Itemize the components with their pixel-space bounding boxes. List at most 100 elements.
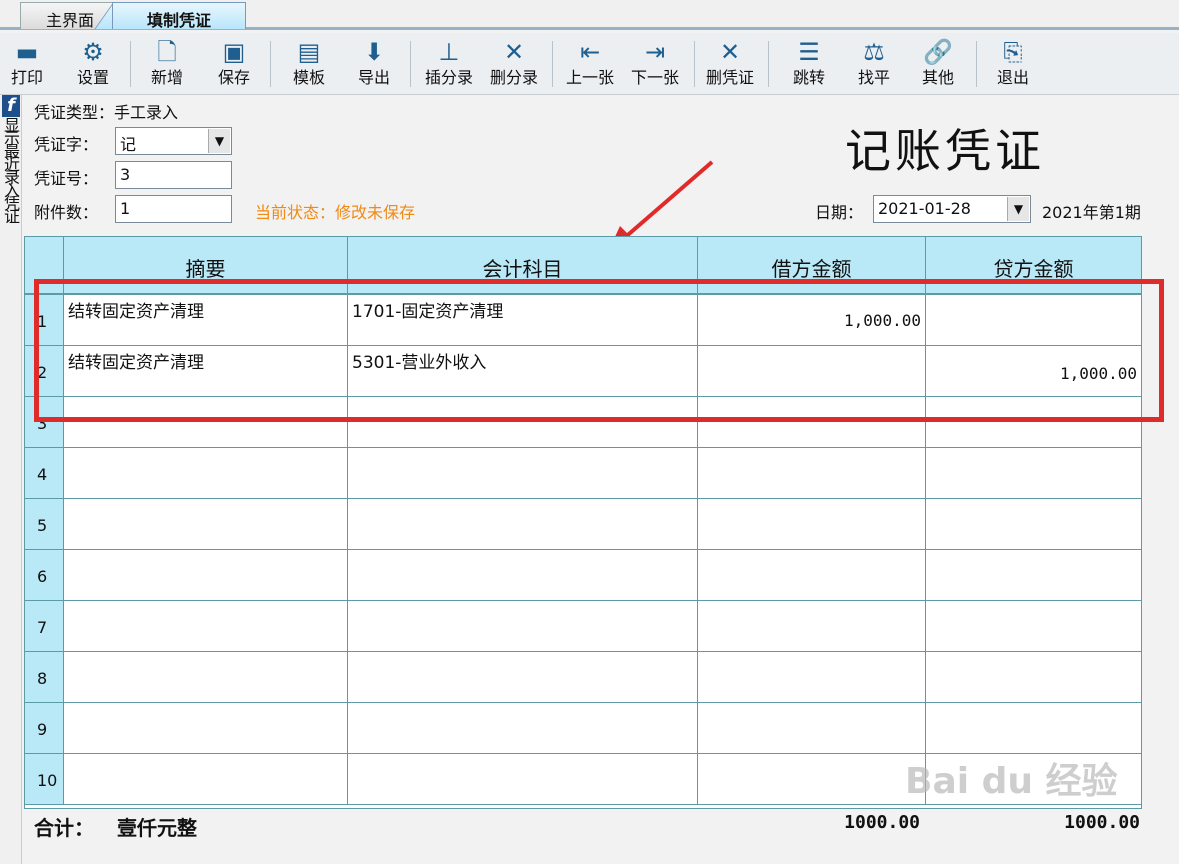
tab-voucher-entry[interactable]: 填制凭证 <box>112 2 246 30</box>
delete-voucher-label: 删凭证 <box>705 68 754 87</box>
printer-icon: ▬ <box>15 38 39 66</box>
insert-row-icon: ⊥ <box>438 38 460 66</box>
summary-cell[interactable] <box>63 448 347 498</box>
summary-cell[interactable] <box>63 703 347 753</box>
summary-cell[interactable] <box>63 550 347 600</box>
next-label: 下一张 <box>630 68 679 87</box>
total-debit: 1000.00 <box>844 812 920 833</box>
delete-voucher-button[interactable]: ✕ 删凭证 <box>703 37 757 89</box>
delete-entry-label: 删分录 <box>489 68 538 87</box>
tab-bar: 主界面 填制凭证 <box>0 0 1179 30</box>
other-button[interactable]: 🔗 其他 <box>911 37 965 89</box>
credit-cell[interactable] <box>925 601 1141 651</box>
toolbar-separator <box>130 41 131 87</box>
voucher-type-value: 手工录入 <box>114 103 179 122</box>
settings-label: 设置 <box>76 68 109 87</box>
tab-home-label: 主界面 <box>45 11 94 30</box>
row-number: 5 <box>25 499 63 549</box>
account-cell[interactable] <box>347 754 697 804</box>
summary-cell[interactable] <box>63 601 347 651</box>
summary-cell[interactable] <box>63 499 347 549</box>
debit-cell[interactable] <box>697 703 925 753</box>
chevron-down-icon[interactable]: ▼ <box>208 129 230 153</box>
chevron-down-icon[interactable]: ▼ <box>1007 197 1029 221</box>
account-cell[interactable] <box>347 550 697 600</box>
credit-cell[interactable] <box>925 448 1141 498</box>
total-credit: 1000.00 <box>1064 812 1140 833</box>
exit-button[interactable]: ⎘ 退出 <box>986 37 1040 89</box>
previous-button[interactable]: ⇤ 上一张 <box>563 37 617 89</box>
toolbar-separator <box>410 41 411 87</box>
previous-label: 上一张 <box>565 68 614 87</box>
balance-button[interactable]: ⚖ 找平 <box>847 37 901 89</box>
table-row: 4 <box>25 448 1141 499</box>
new-label: 新增 <box>150 68 183 87</box>
credit-cell[interactable] <box>925 703 1141 753</box>
debit-cell[interactable] <box>697 550 925 600</box>
toolbar-separator <box>694 41 695 87</box>
debit-cell[interactable] <box>697 448 925 498</box>
page-title: 记账凭证 <box>845 124 1045 178</box>
toolbar: ▬ 打印 ⚙ 设置 🗋 新增 ▣ 保存 ▤ 模板 ⬇ 导出 ⊥ 插分录 ✕ 删分… <box>0 33 1179 95</box>
table-row: 7 <box>25 601 1141 652</box>
table-row: 6 <box>25 550 1141 601</box>
voucher-type-label: 凭证类型： <box>34 103 115 122</box>
toolbar-separator <box>768 41 769 87</box>
date-picker[interactable]: 2021-01-28 ▼ <box>873 195 1031 223</box>
exit-icon: ⎘ <box>1003 38 1023 66</box>
summary-cell[interactable] <box>63 652 347 702</box>
other-label: 其他 <box>921 68 954 87</box>
attachments-input[interactable]: 1 <box>115 195 232 223</box>
settings-icon: ⚙ <box>82 38 104 66</box>
toolbar-separator <box>552 41 553 87</box>
attachments-label: 附件数： <box>34 203 99 222</box>
insert-entry-button[interactable]: ⊥ 插分录 <box>422 37 476 89</box>
jump-label: 跳转 <box>792 68 825 87</box>
export-icon: ⬇ <box>363 38 385 66</box>
print-button[interactable]: ▬ 打印 <box>0 37 54 89</box>
credit-cell[interactable] <box>925 652 1141 702</box>
next-button[interactable]: ⇥ 下一张 <box>628 37 682 89</box>
row-number: 10 <box>25 754 63 804</box>
credit-cell[interactable] <box>925 550 1141 600</box>
export-button[interactable]: ⬇ 导出 <box>347 37 401 89</box>
delete-entry-button[interactable]: ✕ 删分录 <box>487 37 541 89</box>
voucher-type-row: 凭证类型：手工录入 <box>34 99 178 123</box>
arrow-left-icon: ⇤ <box>579 38 601 66</box>
voucher-word-value: 记 <box>120 135 137 154</box>
account-cell[interactable] <box>347 448 697 498</box>
voucher-number-input[interactable]: 3 <box>115 161 232 189</box>
balance-label: 找平 <box>857 68 890 87</box>
settings-button[interactable]: ⚙ 设置 <box>66 37 120 89</box>
watermark: Bai du 经验 <box>905 761 1118 802</box>
jump-button[interactable]: ☰ 跳转 <box>782 37 836 89</box>
debit-cell[interactable] <box>697 754 925 804</box>
table-row: 5 <box>25 499 1141 550</box>
account-cell[interactable] <box>347 703 697 753</box>
account-cell[interactable] <box>347 499 697 549</box>
debit-cell[interactable] <box>697 601 925 651</box>
voucher-word-label: 凭证字： <box>34 135 99 154</box>
print-label: 打印 <box>10 68 43 87</box>
new-button[interactable]: 🗋 新增 <box>140 37 194 89</box>
debit-cell[interactable] <box>697 499 925 549</box>
credit-cell[interactable] <box>925 499 1141 549</box>
debit-cell[interactable] <box>697 652 925 702</box>
function-icon: f <box>2 95 20 117</box>
account-cell[interactable] <box>347 601 697 651</box>
highlight-box <box>34 279 1164 422</box>
toolbar-separator <box>270 41 271 87</box>
voucher-number-label: 凭证号： <box>34 169 99 188</box>
delete-icon: ✕ <box>719 38 741 66</box>
summary-cell[interactable] <box>63 754 347 804</box>
account-cell[interactable] <box>347 652 697 702</box>
date-value: 2021-01-28 <box>878 199 971 218</box>
save-button[interactable]: ▣ 保存 <box>207 37 261 89</box>
voucher-number-value: 3 <box>120 165 131 184</box>
jump-icon: ☰ <box>798 38 820 66</box>
balance-scale-icon: ⚖ <box>863 38 885 66</box>
save-label: 保存 <box>217 68 250 87</box>
recent-vouchers-sidebar[interactable]: f 显示最近录入凭证 <box>0 95 22 864</box>
template-button[interactable]: ▤ 模板 <box>282 37 336 89</box>
voucher-word-select[interactable]: 记 ▼ <box>115 127 232 155</box>
